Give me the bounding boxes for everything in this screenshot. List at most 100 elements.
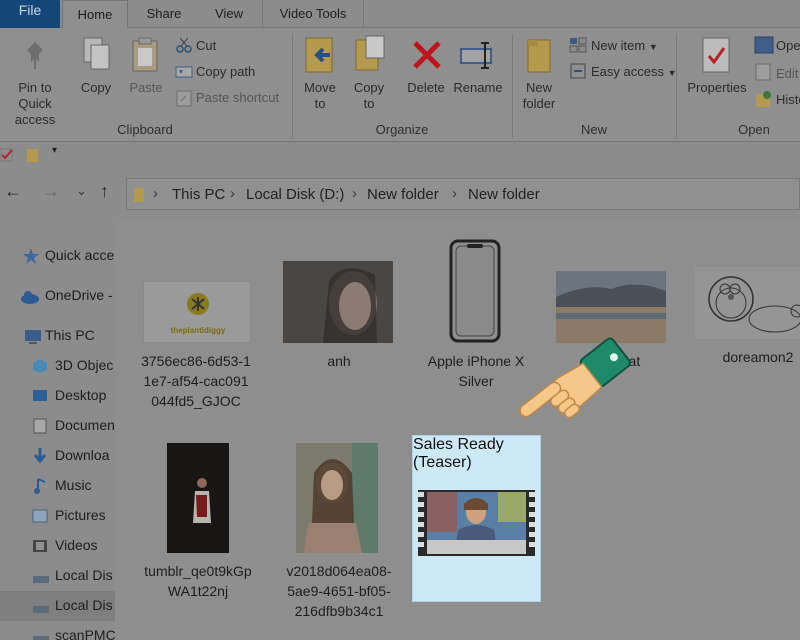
- address-row: ← → ⌄ ↑ › This PC › Local Disk (D:) › Ne…: [0, 167, 800, 221]
- cut-button[interactable]: Cut: [196, 38, 216, 54]
- move-to-button[interactable]: Move to: [298, 80, 342, 112]
- move-to-label-line2: to: [314, 96, 326, 111]
- history-button[interactable]: Histo: [776, 92, 800, 108]
- computer-icon: [24, 329, 42, 350]
- new-item-button[interactable]: New item ▼: [591, 38, 658, 55]
- breadcrumb-chevron-icon[interactable]: ›: [153, 185, 158, 202]
- nav-item-scanpmc[interactable]: scanPMC: [0, 621, 116, 640]
- file-name-line: 1e7-af54-cac091: [143, 373, 249, 389]
- edit-icon: [755, 63, 773, 86]
- delete-button[interactable]: Delete: [400, 80, 452, 96]
- copy-path-button[interactable]: Copy path: [196, 64, 255, 80]
- file-item[interactable]: v2018d064ea08- 5ae9-4651-bf05- 216dfb9b3…: [276, 441, 402, 619]
- rename-button[interactable]: Rename: [450, 80, 506, 96]
- nav-label: Quick acce: [45, 247, 115, 263]
- copy-to-button[interactable]: Copy to: [348, 80, 390, 112]
- ribbon-divider: [292, 34, 293, 138]
- videos-icon: [32, 539, 48, 558]
- ribbon-divider: [676, 34, 677, 138]
- file-item[interactable]: anh: [276, 261, 402, 381]
- paste-shortcut-icon: [176, 89, 192, 112]
- nav-item-documents[interactable]: Documen: [0, 411, 115, 441]
- nav-item-music[interactable]: Music: [0, 471, 115, 501]
- paste-button[interactable]: Paste: [124, 80, 168, 96]
- ribbon-tabs: File Home Share View Video Tools: [0, 0, 800, 29]
- open-icon: [754, 36, 774, 59]
- file-thumbnail: [283, 261, 393, 343]
- properties-icon: [701, 36, 731, 79]
- copy-path-icon: [175, 65, 193, 83]
- pin-to-quick-access-button[interactable]: Pin to Quick access: [0, 80, 70, 128]
- nav-item-3d-objects[interactable]: 3D Objec: [0, 351, 115, 381]
- copy-to-icon: [354, 34, 388, 79]
- cube-icon: [32, 358, 48, 379]
- move-to-icon: [304, 36, 336, 81]
- nav-item-desktop[interactable]: Desktop: [0, 381, 115, 411]
- address-bar[interactable]: › This PC › Local Disk (D:) › New folder…: [126, 178, 800, 210]
- nav-label: This PC: [45, 327, 95, 343]
- file-name-line: tumblr_qe0t9kGp: [144, 563, 252, 579]
- file-thumbnail: [167, 443, 229, 553]
- breadcrumb-new-folder-current[interactable]: New folder: [468, 186, 540, 203]
- file-item[interactable]: tumblr_qe0t9kGp WA1t22nj: [135, 441, 261, 601]
- clipboard-group-label: Clipboard: [117, 122, 173, 137]
- up-arrow-icon[interactable]: ↑: [100, 181, 109, 202]
- nav-label: scanPMC: [55, 627, 116, 640]
- file-item[interactable]: doreamon2: [681, 267, 800, 377]
- chevron-down-icon: ▼: [648, 42, 658, 52]
- new-folder-icon: [526, 38, 552, 79]
- back-arrow-icon[interactable]: ←: [4, 181, 22, 202]
- properties-button[interactable]: Properties: [684, 80, 750, 96]
- breadcrumb-new-folder[interactable]: New folder: [367, 186, 439, 203]
- recent-locations-chevron-icon[interactable]: ⌄: [76, 183, 87, 199]
- breadcrumb-chevron-icon[interactable]: ›: [230, 185, 235, 202]
- tab-home[interactable]: Home: [62, 0, 128, 29]
- tab-file[interactable]: File: [0, 0, 60, 28]
- file-thumbnail: [556, 271, 666, 343]
- breadcrumb-chevron-icon[interactable]: ›: [452, 185, 457, 202]
- nav-item-downloads[interactable]: Downloa: [0, 441, 115, 471]
- document-icon: [33, 418, 47, 439]
- copy-to-label-line2: to: [363, 96, 375, 111]
- tab-video-tools[interactable]: Video Tools: [262, 0, 364, 28]
- open-group-label: Open: [738, 122, 770, 137]
- nav-item-local-disk-c[interactable]: Local Dis: [0, 561, 115, 591]
- nav-item-quick-access[interactable]: Quick acce: [0, 241, 115, 271]
- file-name-line: anh: [327, 353, 351, 369]
- folder-icon[interactable]: [26, 147, 40, 168]
- nav-label: 3D Objec: [55, 357, 114, 373]
- tab-view[interactable]: View: [198, 0, 260, 28]
- rename-icon: [459, 40, 499, 75]
- nav-label: Documen: [55, 417, 115, 433]
- nav-item-local-disk-d[interactable]: Local Dis: [0, 591, 115, 621]
- move-to-label-line1: Move: [304, 80, 336, 95]
- open-button[interactable]: Ope: [776, 38, 800, 54]
- new-folder-button[interactable]: New folder: [516, 80, 562, 112]
- forward-arrow-icon[interactable]: →: [42, 181, 60, 202]
- nav-item-pictures[interactable]: Pictures: [0, 501, 115, 531]
- file-item-selected[interactable]: Sales Ready (Teaser): [412, 435, 541, 602]
- thumbnail-logo-text: theplantidiggy: [170, 326, 226, 335]
- nav-item-onedrive[interactable]: OneDrive -: [0, 281, 115, 311]
- checkbox-icon[interactable]: [0, 147, 14, 168]
- edit-button[interactable]: Edit: [776, 66, 798, 82]
- easy-access-button[interactable]: Easy access ▼: [591, 64, 677, 81]
- pointing-hand-icon: [515, 335, 645, 460]
- file-thumbnail: theplantidiggy: [143, 281, 251, 343]
- scissors-icon: [176, 37, 192, 58]
- tab-share[interactable]: Share: [130, 0, 198, 28]
- nav-item-videos[interactable]: Videos: [0, 531, 115, 561]
- file-item[interactable]: theplantidiggy 3756ec86-6d53-1 1e7-af54-…: [133, 271, 259, 421]
- easy-access-icon: [569, 62, 587, 85]
- copy-button[interactable]: Copy: [74, 80, 118, 96]
- file-list: theplantidiggy 3756ec86-6d53-1 1e7-af54-…: [115, 221, 800, 640]
- delete-x-icon: [411, 39, 443, 76]
- paste-shortcut-button[interactable]: Paste shortcut: [196, 90, 279, 106]
- customize-toolbar-icon[interactable]: ▾: [52, 145, 57, 156]
- nav-item-this-pc[interactable]: This PC: [0, 321, 115, 351]
- nav-label: Downloa: [55, 447, 110, 463]
- breadcrumb-local-disk[interactable]: Local Disk (D:): [246, 186, 344, 203]
- breadcrumb-chevron-icon[interactable]: ›: [352, 185, 357, 202]
- file-name-line: 044fd5_GJOC: [151, 393, 241, 409]
- breadcrumb-this-pc[interactable]: This PC: [172, 186, 225, 203]
